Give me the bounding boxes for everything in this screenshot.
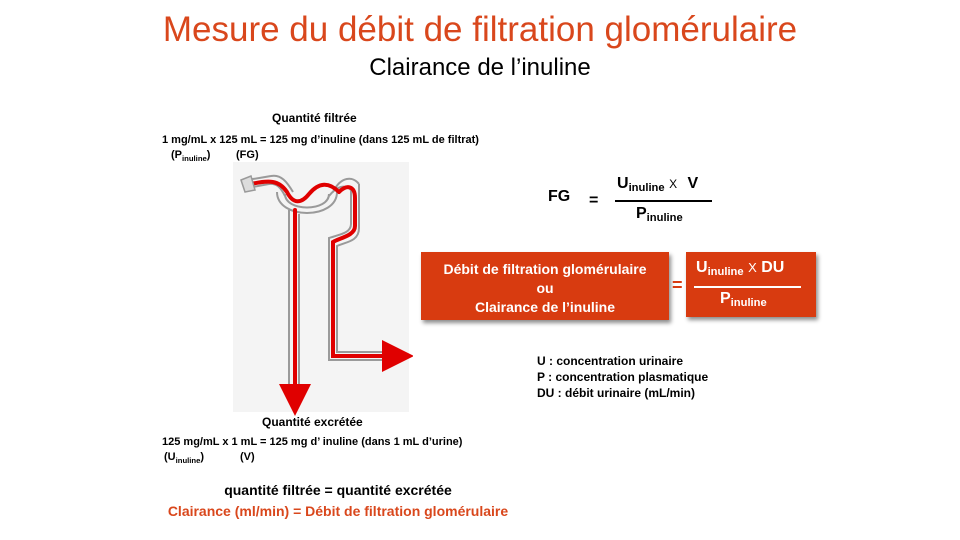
u-inuline-label: (Uinuline) [164,451,205,465]
flow-loop [331,185,413,372]
legend-du: DU : débit urinaire (mL/min) [537,386,696,400]
box-num-du: DU [761,259,785,276]
u-var: U [167,451,176,463]
fg-denominator: Pinuline [636,205,683,224]
fg-num-var: U [617,175,629,192]
filtered-formula: 1 mg/mL x 125 mL = 125 mg d’inuline (dan… [162,134,479,146]
fg-label: (FG) [236,149,259,161]
legend: U : concentration urinaire P : concentra… [537,353,708,401]
p-inuline-label: (Pinuline) [171,149,211,163]
box-den-sub: inuline [730,297,767,309]
box-denominator: Pinuline [720,290,767,309]
fg-fraction-bar [615,200,712,202]
gfr-line2: ou [536,280,554,296]
box-fraction-bar [694,286,801,288]
box-numerator: Uinuline X DU [696,259,784,278]
box-num-sub: inuline [707,266,744,278]
box-equals: = [672,275,683,295]
page-subtitle: Clairance de l’inuline [369,54,591,81]
gfr-definition-box: Débit de filtration glomérulaire ou Clai… [421,252,669,320]
box-den-var: P [720,290,731,307]
box-num-var: U [696,259,708,276]
nephron-diagram [240,174,413,416]
clearance-conclusion: Clairance (ml/min) = Débit de filtration… [167,503,509,519]
fg-num-sub: inuline [628,182,665,194]
fg-lhs: FG [548,188,571,205]
clearance-formula-box: Uinuline X DU Pinuline [686,252,816,317]
page-title: Mesure du débit de filtration glomérulai… [162,10,798,49]
fg-times: X [669,177,678,191]
legend-p: P : concentration plasmatique [537,370,709,384]
excreted-formula: 125 mg/mL x 1 mL = 125 mg d’ inuline (da… [162,436,463,448]
v-label: (V) [240,451,255,463]
excreted-heading: Quantité excrétée [262,415,363,429]
fg-den-sub: inuline [646,212,683,224]
filtered-heading: Quantité filtrée [272,111,357,125]
legend-u: U : concentration urinaire [537,354,684,368]
gfr-line3: Clairance de l’inuline [474,299,616,315]
p-var: P [174,149,183,161]
fg-den-var: P [636,205,647,222]
box-times: X [748,260,757,275]
gfr-line1: Débit de filtration glomérulaire [443,261,647,277]
fg-numerator: Uinuline X V [617,175,698,194]
u-sub: inuline [175,456,201,465]
fg-num-v: V [687,175,699,192]
p-sub: inuline [182,154,207,163]
mass-balance-statement: quantité filtrée = quantité excrétée [224,482,452,498]
fg-equals: = [589,192,599,209]
